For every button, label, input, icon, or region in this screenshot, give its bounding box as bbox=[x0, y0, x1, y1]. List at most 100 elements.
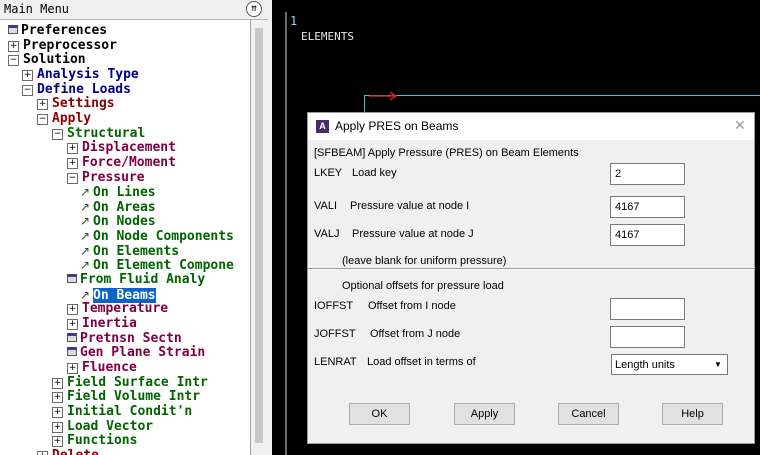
lenrat-dropdown[interactable]: Length units ▼ bbox=[611, 354, 728, 375]
menu-item[interactable]: + Temperature bbox=[67, 302, 168, 317]
expand-icon[interactable]: + bbox=[37, 450, 48, 455]
menu-item[interactable]: − Apply bbox=[37, 111, 91, 127]
menu-item[interactable]: Pretnsn Sectn bbox=[67, 331, 182, 347]
menu-item[interactable]: + Inertia bbox=[67, 317, 137, 332]
menu-item[interactable]: ↗ On Elements bbox=[80, 244, 179, 259]
menu-item-label: Field Volume Intr bbox=[67, 389, 201, 405]
menu-item[interactable]: − Define Loads bbox=[22, 81, 131, 98]
menu-item[interactable]: + Delete bbox=[37, 448, 99, 455]
offsets-heading: Optional offsets for pressure load bbox=[342, 280, 504, 292]
lkey-field[interactable] bbox=[610, 163, 685, 185]
menu-item-label: Preferences bbox=[21, 23, 108, 38]
collapse-icon[interactable]: − bbox=[37, 113, 48, 125]
menu-item-label: Load Vector bbox=[67, 418, 154, 434]
vali-desc: Pressure value at node I bbox=[350, 200, 470, 212]
collapse-icon[interactable]: − bbox=[52, 128, 63, 140]
menu-scrollbar-thumb[interactable] bbox=[255, 28, 263, 443]
dialog-box-icon bbox=[67, 332, 77, 342]
menu-item[interactable]: ↗ On Node Components bbox=[80, 229, 234, 244]
expand-icon[interactable]: + bbox=[67, 319, 78, 330]
ioffst-name: IOFFST bbox=[314, 300, 354, 312]
menu-item-label: Gen Plane Strain bbox=[80, 345, 206, 361]
apply-button[interactable]: Apply bbox=[454, 403, 515, 425]
double-chevron-up-icon[interactable]: ⇈ bbox=[246, 1, 262, 17]
lenrat-selected-value: Length units bbox=[615, 359, 675, 371]
expand-icon[interactable]: + bbox=[52, 406, 63, 418]
menu-item[interactable]: + Settings bbox=[37, 97, 115, 112]
expand-icon[interactable]: + bbox=[37, 99, 48, 111]
menu-item-label: Pressure bbox=[82, 169, 145, 185]
expand-icon[interactable]: + bbox=[52, 377, 63, 389]
collapse-icon[interactable]: − bbox=[8, 55, 19, 67]
pick-arrow-icon: ↗ bbox=[80, 287, 91, 302]
expand-icon[interactable]: + bbox=[52, 421, 63, 433]
menu-item[interactable]: − Structural bbox=[52, 125, 146, 142]
menu-item[interactable]: − Solution bbox=[8, 53, 86, 68]
menu-item[interactable]: + Field Volume Intr bbox=[52, 390, 200, 405]
menu-item-label: Fluence bbox=[82, 359, 137, 375]
vali-field[interactable] bbox=[610, 196, 685, 218]
pick-arrow-icon: ↗ bbox=[80, 243, 91, 258]
menu-scrollbar[interactable] bbox=[252, 20, 266, 455]
menu-item[interactable]: Preferences bbox=[8, 24, 107, 39]
menu-item-label: Structural bbox=[67, 125, 146, 141]
menu-item[interactable]: From Fluid Analy bbox=[67, 273, 205, 288]
command-header: [SFBEAM] Apply Pressure (PRES) on Beam E… bbox=[314, 147, 579, 159]
menu-item[interactable]: ↗ On Lines bbox=[80, 185, 156, 200]
joffst-field[interactable] bbox=[610, 326, 685, 348]
expand-icon[interactable]: + bbox=[67, 143, 78, 155]
menu-item-label: Field Surface Intr bbox=[67, 374, 208, 390]
section-divider-highlight bbox=[308, 269, 754, 270]
joffst-name: JOFFST bbox=[314, 328, 356, 340]
pick-arrow-icon: ↗ bbox=[80, 185, 91, 200]
menu-item[interactable]: + Load Vector bbox=[52, 418, 154, 435]
valj-desc: Pressure value at node J bbox=[352, 228, 474, 240]
menu-item-label: Functions bbox=[67, 433, 138, 449]
pick-arrow-icon: ↗ bbox=[80, 214, 91, 229]
pick-arrow-icon: ↗ bbox=[80, 229, 91, 244]
menu-item[interactable]: − Pressure bbox=[67, 169, 145, 186]
chevron-down-icon[interactable]: ▼ bbox=[711, 357, 725, 372]
menu-item[interactable]: ↗ On Element Compone bbox=[80, 258, 234, 273]
valj-name: VALJ bbox=[314, 228, 340, 240]
expand-icon[interactable]: + bbox=[52, 392, 63, 404]
expand-icon[interactable]: + bbox=[52, 436, 63, 448]
expand-icon[interactable]: + bbox=[67, 362, 78, 374]
collapse-icon[interactable]: − bbox=[22, 84, 33, 96]
menu-item[interactable]: + Initial Condit'n bbox=[52, 403, 193, 420]
menu-item[interactable]: + Fluence bbox=[67, 359, 137, 376]
menu-item[interactable]: + Force/Moment bbox=[67, 155, 176, 171]
lkey-name: LKEY bbox=[314, 167, 343, 179]
dialog-title: Apply PRES on Beams bbox=[335, 119, 459, 133]
menu-item[interactable]: + Preprocessor bbox=[8, 38, 117, 54]
menu-item[interactable]: ↗ On Beams bbox=[80, 287, 156, 303]
menu-item[interactable]: + Functions bbox=[52, 434, 137, 449]
ok-button[interactable]: OK bbox=[349, 403, 410, 425]
menu-item-label: Define Loads bbox=[37, 81, 131, 97]
close-icon[interactable]: ✕ bbox=[734, 117, 746, 134]
apply-pres-on-beams-dialog: A Apply PRES on Beams ✕ [SFBEAM] Apply P… bbox=[307, 112, 755, 444]
expand-icon[interactable]: + bbox=[67, 304, 78, 316]
menu-item-label: On Nodes bbox=[93, 214, 156, 230]
vali-name: VALI bbox=[314, 200, 338, 212]
menu-item[interactable]: + Field Surface Intr bbox=[52, 374, 208, 391]
dialog-box-icon bbox=[67, 274, 77, 284]
ioffst-field[interactable] bbox=[610, 298, 685, 320]
collapse-icon[interactable]: − bbox=[67, 172, 78, 184]
menu-item[interactable]: Gen Plane Strain bbox=[67, 346, 205, 361]
menu-item-label: Initial Condit'n bbox=[67, 403, 193, 419]
expand-icon[interactable]: + bbox=[22, 69, 33, 81]
valj-field[interactable] bbox=[610, 224, 685, 246]
menu-item[interactable]: + Displacement bbox=[67, 141, 176, 156]
cancel-button[interactable]: Cancel bbox=[558, 403, 619, 425]
help-button[interactable]: Help bbox=[662, 403, 723, 425]
window-number: 1 bbox=[290, 14, 298, 28]
menu-item-label: Solution bbox=[23, 52, 86, 68]
dialog-box-icon bbox=[67, 347, 77, 357]
menu-item[interactable]: ↗ On Nodes bbox=[80, 214, 156, 229]
expand-icon[interactable]: + bbox=[8, 40, 19, 52]
menu-item[interactable]: + Analysis Type bbox=[22, 67, 139, 83]
expand-icon[interactable]: + bbox=[67, 157, 78, 169]
menu-item[interactable]: ↗ On Areas bbox=[80, 200, 156, 215]
menu-item-label: On Node Components bbox=[93, 229, 234, 245]
